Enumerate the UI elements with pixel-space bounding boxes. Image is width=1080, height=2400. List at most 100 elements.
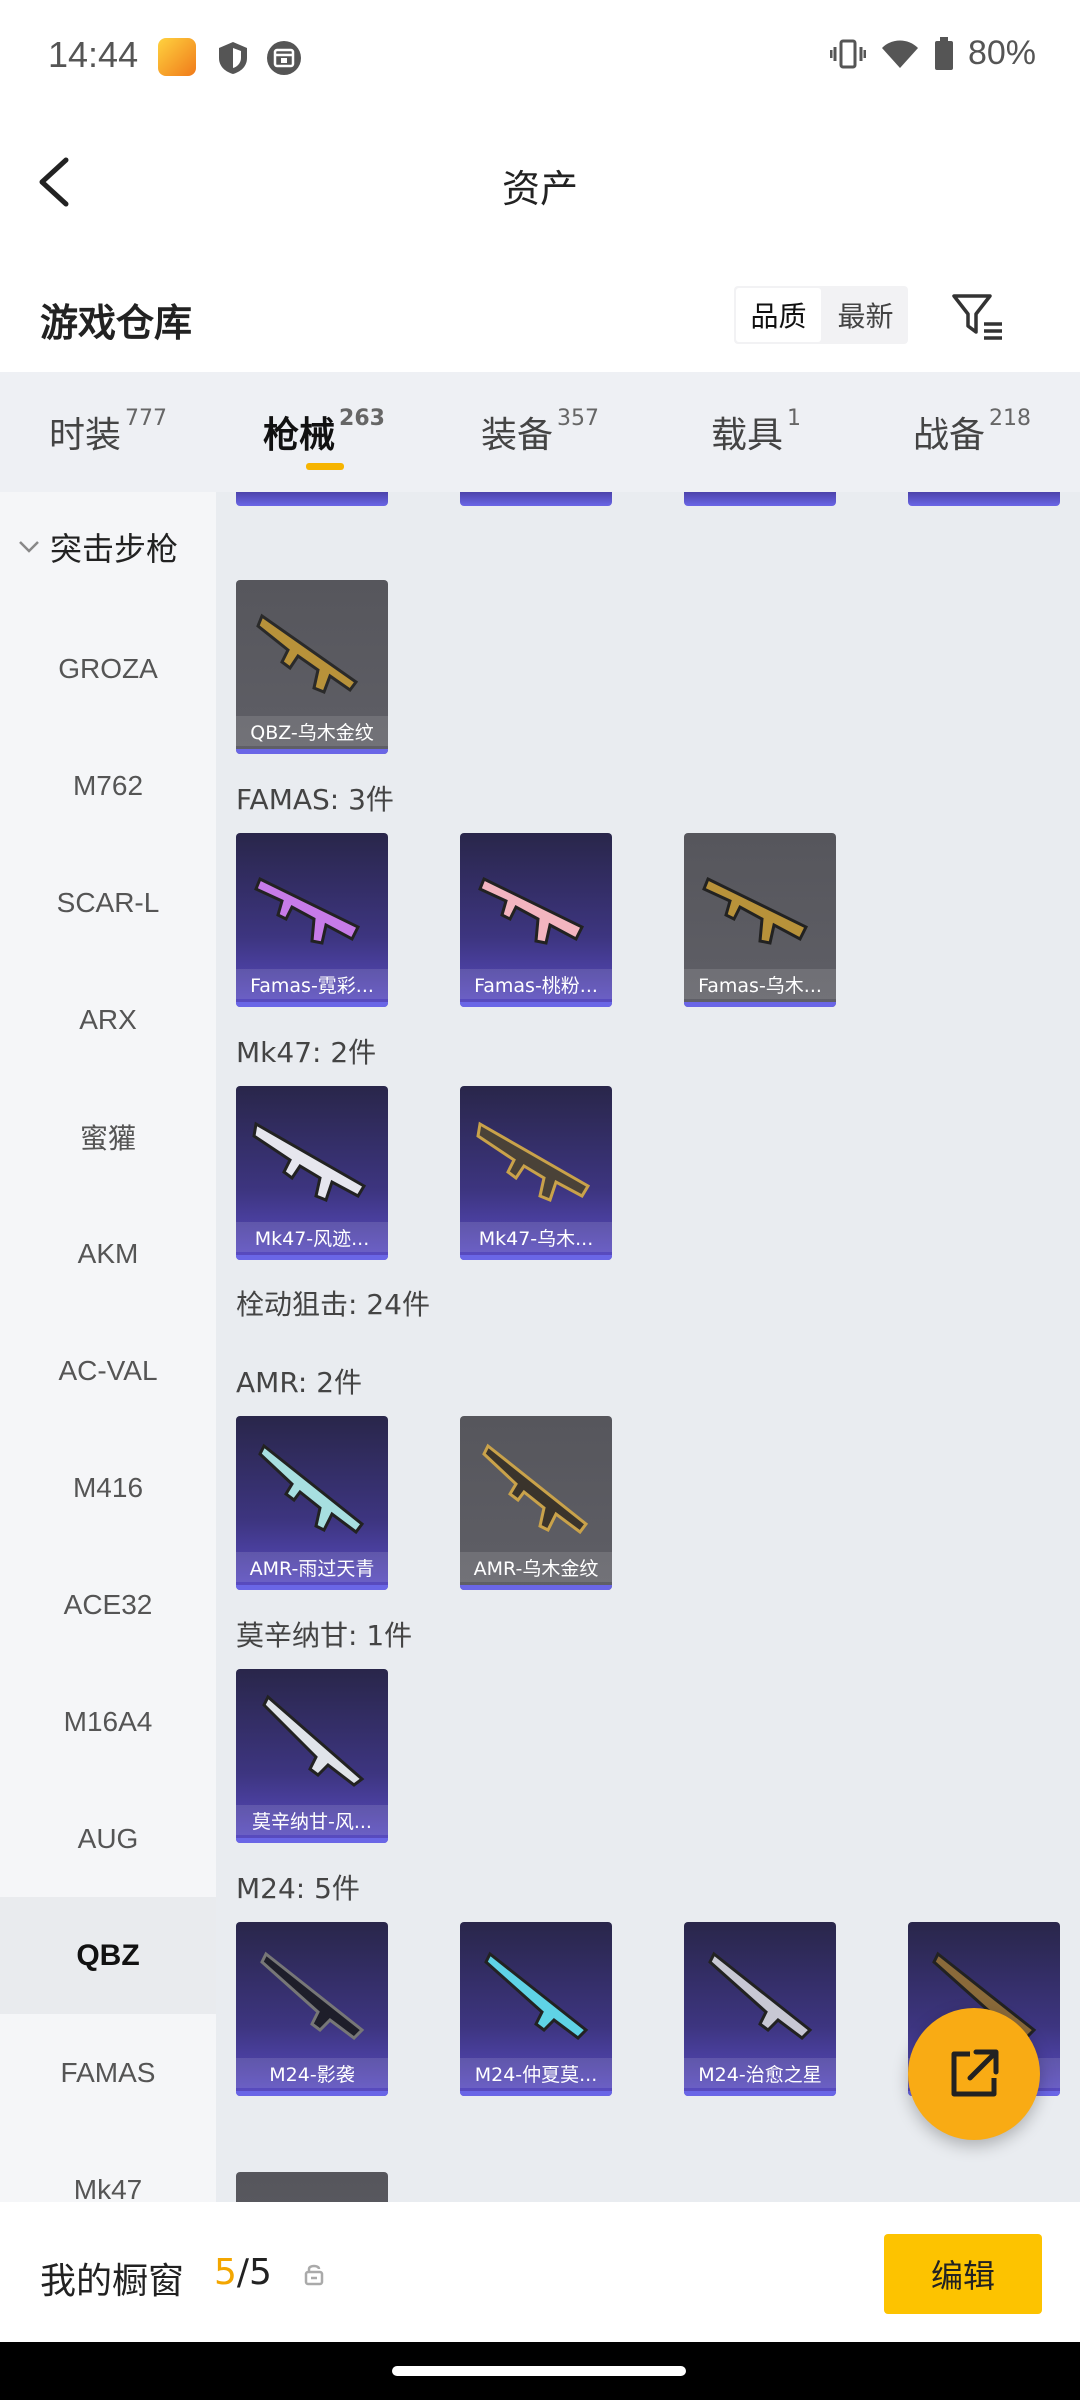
weapon-card[interactable]: Mk47-乌木... (460, 1086, 612, 1260)
status-time: 14:44 (48, 34, 139, 75)
edit-button[interactable]: 编辑 (884, 2234, 1042, 2314)
weapon-card-partial[interactable] (908, 492, 1060, 506)
rifle-white-icon (252, 1121, 367, 1202)
rifle-pink-icon (478, 876, 585, 945)
weapon-sidebar: 突击步枪 GROZA M762 SCAR-L ARX 蜜獾 AKM AC-VAL… (0, 492, 216, 2202)
tab-supplies[interactable]: 战备 218 (864, 372, 1080, 492)
sidebar-item-mk47[interactable]: Mk47 (0, 2131, 216, 2203)
group-header-amr: AMR: 2件 (236, 1366, 363, 1399)
sort-toggle: 品质 最新 (734, 286, 908, 344)
group-header-mosin: 莫辛纳甘: 1件 (236, 1619, 413, 1652)
tab-label: 装备 (480, 415, 553, 456)
app-header: 资产 (0, 112, 1080, 252)
lock-icon (304, 2264, 324, 2286)
wifi-icon (881, 40, 918, 68)
weapon-card-label: 莫辛纳甘-风... (236, 1805, 388, 1835)
weapon-card-partial[interactable] (236, 2172, 388, 2202)
showcase-count-current: 5 (214, 2252, 237, 2293)
sidebar-item-m16a4[interactable]: M16A4 (0, 1663, 216, 1780)
sniper-cyan-icon (484, 1951, 589, 2040)
weapon-card[interactable]: M24-治愈之星 (684, 1922, 836, 2096)
sidebar-item-aug[interactable]: AUG (0, 1780, 216, 1897)
filter-icon[interactable] (950, 288, 1006, 344)
vibrate-icon (829, 39, 866, 68)
group-header-famas: FAMAS: 3件 (236, 783, 394, 816)
showcase-label: 我的橱窗 (40, 2261, 185, 2302)
weapon-card[interactable]: Famas-桃粉... (460, 833, 612, 1007)
weapon-card[interactable]: Famas-乌木... (684, 833, 836, 1007)
system-nav-bar (0, 2342, 1080, 2400)
weapon-card-label: M24-影袭 (236, 2058, 388, 2088)
home-gesture-bar[interactable] (392, 2366, 686, 2376)
share-fab-button[interactable] (908, 2008, 1040, 2140)
showcase-count-total: /5 (236, 2252, 272, 2293)
sidebar-item-m416[interactable]: M416 (0, 1429, 216, 1546)
group-header-m24: M24: 5件 (236, 1872, 360, 1905)
weapon-card-label: Famas-霓彩... (236, 969, 388, 999)
weapon-card[interactable]: M24-仲夏莫... (460, 1922, 612, 2096)
weapon-card[interactable]: Famas-霓彩... (236, 833, 388, 1007)
tab-count: 777 (125, 405, 167, 431)
sort-quality-button[interactable]: 品质 (736, 288, 821, 342)
sidebar-item-qbz[interactable]: QBZ (0, 1897, 216, 2014)
tab-label: 枪械 (263, 415, 336, 456)
tab-firearms[interactable]: 枪械 263 (216, 372, 432, 492)
sniper-white-icon (262, 1694, 365, 1787)
sidebar-item-ace32[interactable]: ACE32 (0, 1546, 216, 1663)
weapon-card-partial[interactable] (460, 492, 612, 506)
sidebar-item-m762[interactable]: M762 (0, 727, 216, 844)
sidebar-category-label: 突击步枪 (50, 530, 179, 568)
sort-latest-button[interactable]: 最新 (823, 286, 908, 344)
rifle-gold-icon (702, 876, 809, 945)
sidebar-item-famas[interactable]: FAMAS (0, 2014, 216, 2131)
sniper-silver-icon (708, 1951, 813, 2040)
tab-label: 载具 (710, 415, 783, 456)
warehouse-header: 游戏仓库 品质 最新 (0, 252, 1080, 372)
tab-count: 357 (557, 405, 599, 431)
sniper-dark-icon (260, 1951, 365, 2040)
group-header-bolt-sniper: 栓动狙击: 24件 (236, 1288, 430, 1321)
external-link-icon (951, 2049, 999, 2097)
warehouse-title: 游戏仓库 (40, 301, 193, 345)
tab-count: 218 (989, 405, 1031, 431)
weapon-card-label: Mk47-乌木... (460, 1222, 612, 1252)
sniper-teal-icon (258, 1443, 365, 1535)
weapon-card[interactable]: AMR-雨过天青 (236, 1416, 388, 1590)
showcase-count: 5/5 (214, 2252, 272, 2293)
weapon-card-partial[interactable] (684, 492, 836, 506)
weapon-card-label: Mk47-风迹... (236, 1222, 388, 1252)
tab-vehicles[interactable]: 载具 1 (648, 372, 864, 492)
weapon-grid: QBZ-乌木金纹 FAMAS: 3件 Famas-霓彩... Famas-桃粉.… (216, 492, 1080, 2202)
status-bar: 14:44 80% (0, 0, 1080, 112)
battery-percent: 80% (967, 34, 1036, 72)
tab-fashion[interactable]: 时装 777 (0, 372, 216, 492)
weapon-card-label: QBZ-乌木金纹 (236, 716, 388, 746)
weapon-card-label: Famas-桃粉... (460, 969, 612, 999)
weapon-card-partial[interactable] (236, 492, 388, 506)
showcase-bar: 我的橱窗 5/5 编辑 (0, 2202, 1080, 2342)
category-tabs: 时装 777 枪械 263 装备 357 载具 1 战备 218 (0, 372, 1080, 492)
sniper-gold-icon (482, 1443, 589, 1535)
tab-label: 战备 (912, 415, 985, 456)
tab-label: 时装 (48, 415, 121, 456)
sidebar-item-akm[interactable]: AKM (0, 1195, 216, 1312)
weapon-card-label: M24-治愈之星 (684, 2058, 836, 2088)
tab-count: 263 (339, 405, 385, 431)
sidebar-item-groza[interactable]: GROZA (0, 610, 216, 727)
sidebar-item-ac-val[interactable]: AC-VAL (0, 1312, 216, 1429)
sidebar-item-honey-badger[interactable]: 蜜獾 (0, 1078, 216, 1195)
sidebar-item-arx[interactable]: ARX (0, 961, 216, 1078)
tab-equipment[interactable]: 装备 357 (432, 372, 648, 492)
weapon-card[interactable]: 莫辛纳甘-风... (236, 1669, 388, 1843)
tab-count: 1 (787, 405, 801, 431)
weapon-card-label: Famas-乌木... (684, 969, 836, 999)
sidebar-category-assault-rifle[interactable]: 突击步枪 (0, 522, 216, 572)
weapon-card[interactable]: M24-影袭 (236, 1922, 388, 2096)
group-header-mk47: Mk47: 2件 (236, 1036, 377, 1069)
weapon-card[interactable]: Mk47-风迹... (236, 1086, 388, 1260)
tab-active-indicator (306, 463, 344, 470)
sidebar-item-scar-l[interactable]: SCAR-L (0, 844, 216, 961)
weapon-card[interactable]: QBZ-乌木金纹 (236, 580, 388, 754)
weapon-card[interactable]: AMR-乌木金纹 (460, 1416, 612, 1590)
shield-icon (219, 42, 247, 74)
